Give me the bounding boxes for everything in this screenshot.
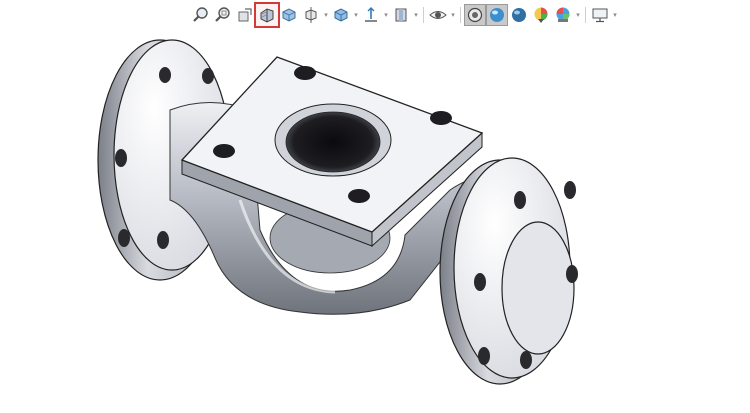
realview-graphics-icon[interactable] xyxy=(486,4,508,26)
view-orientation-menu-chevron-icon[interactable]: ▾ xyxy=(322,4,330,26)
edit-appearance-menu-chevron-icon[interactable]: ▾ xyxy=(412,4,420,26)
valve-body-3d-model[interactable] xyxy=(60,25,620,410)
toolbar-separator xyxy=(585,7,586,23)
view-orientation-icon[interactable] xyxy=(300,4,322,26)
monitor-display-menu-chevron-icon[interactable]: ▾ xyxy=(611,4,619,26)
apply-scene-menu-chevron-icon[interactable]: ▾ xyxy=(449,4,457,26)
toolbar-separator xyxy=(460,7,461,23)
dynamic-annotation-view-icon[interactable] xyxy=(278,4,300,26)
right-flange xyxy=(439,157,578,385)
zoom-to-fit-icon[interactable] xyxy=(190,4,212,26)
toolbar-separator xyxy=(423,7,424,23)
section-view-icon[interactable] xyxy=(254,2,280,28)
display-style-menu-chevron-icon[interactable]: ▾ xyxy=(352,4,360,26)
previous-view-icon[interactable] xyxy=(234,4,256,26)
hide-show-items-icon[interactable] xyxy=(360,4,382,26)
hide-show-menu-chevron-icon[interactable]: ▾ xyxy=(382,4,390,26)
scene-icon[interactable] xyxy=(552,4,574,26)
appearance-icon[interactable] xyxy=(530,4,552,26)
graphics-area[interactable]: ▾ ▾ ▾ ▾ ▾ ▾ ▾ xyxy=(0,0,750,413)
view-settings-icon[interactable] xyxy=(464,4,486,26)
edit-appearance-icon[interactable] xyxy=(390,4,412,26)
apply-scene-icon[interactable] xyxy=(427,4,449,26)
scene-menu-chevron-icon[interactable]: ▾ xyxy=(574,4,582,26)
shadows-icon[interactable] xyxy=(508,4,530,26)
display-style-icon[interactable] xyxy=(330,4,352,26)
monitor-display-icon[interactable] xyxy=(589,4,611,26)
zoom-to-area-icon[interactable] xyxy=(212,4,234,26)
